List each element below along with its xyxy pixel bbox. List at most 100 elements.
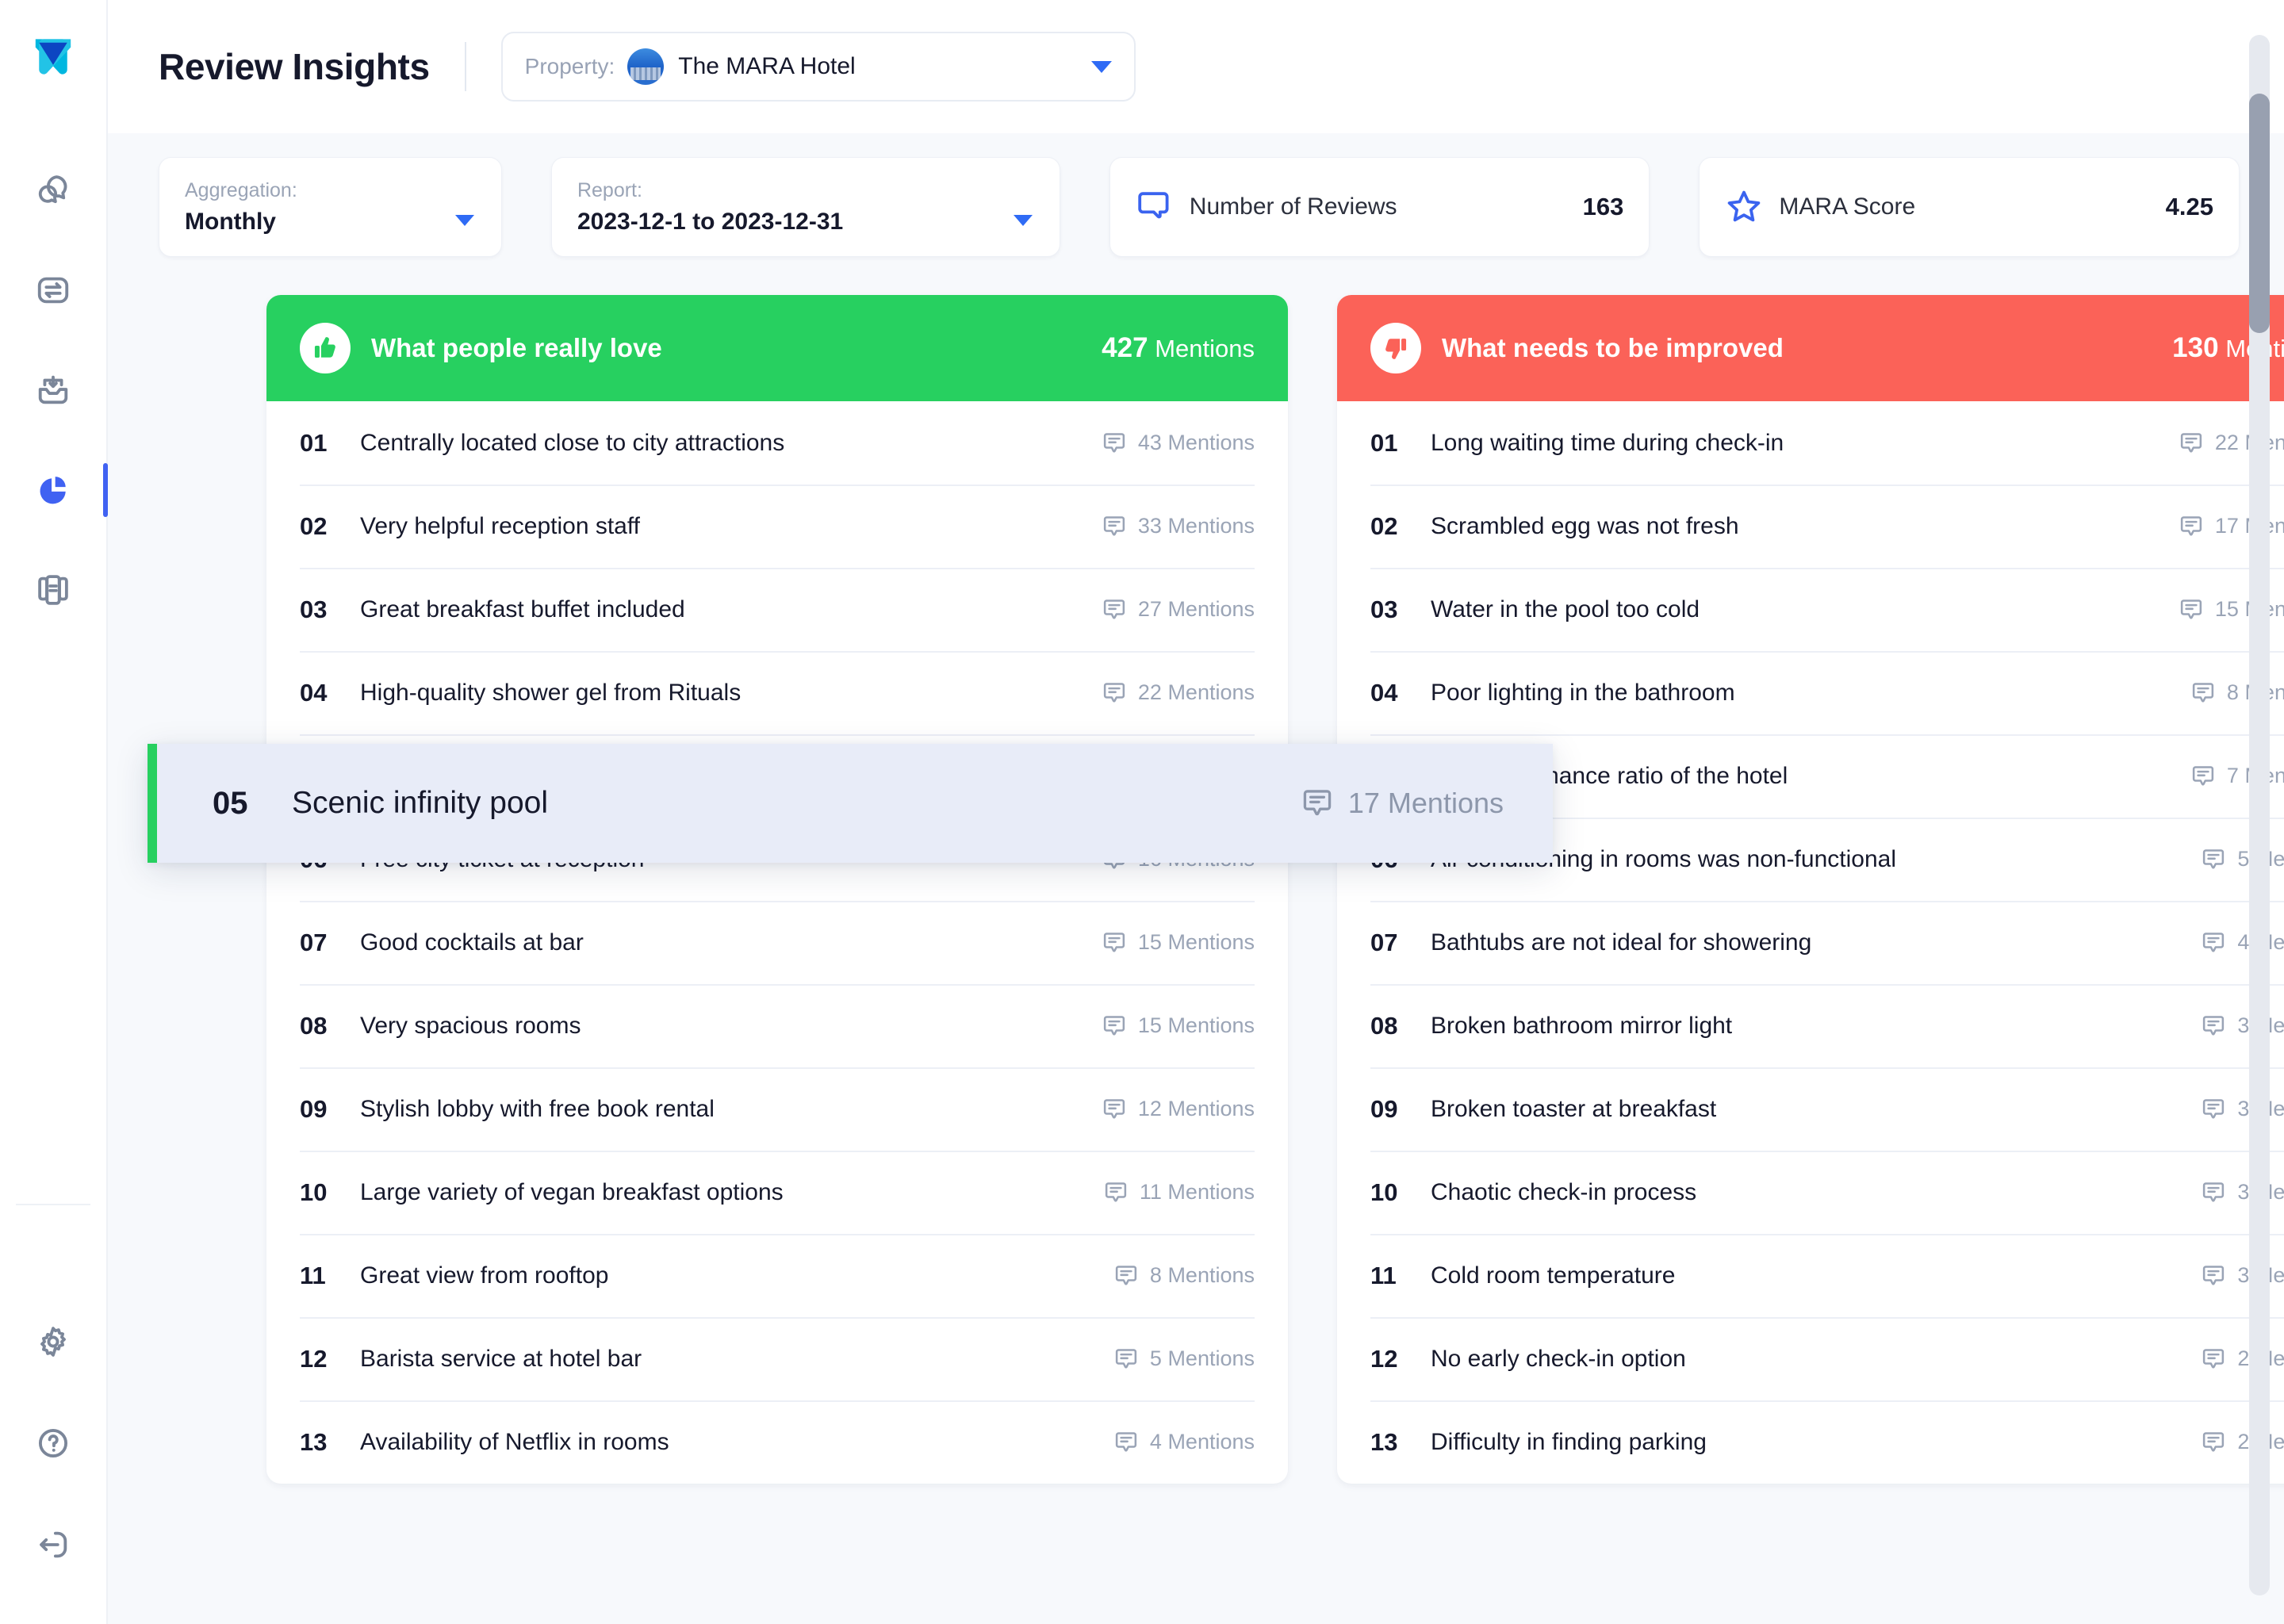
thumbs-down-icon bbox=[1370, 323, 1421, 373]
row-label: Availability of Netflix in rooms bbox=[360, 1428, 669, 1455]
table-row[interactable]: 10 Chaotic check-in process 3 Mention bbox=[1337, 1151, 2284, 1234]
row-rank: 13 bbox=[1370, 1427, 1398, 1456]
row-mentions: 8 Mentions bbox=[1113, 1263, 1255, 1289]
sidebar-item-exchange[interactable] bbox=[0, 266, 106, 314]
row-rank: 08 bbox=[1370, 1011, 1398, 1040]
mara-logo[interactable] bbox=[24, 29, 82, 87]
table-row[interactable]: 08 Broken bathroom mirror light 3 Mention bbox=[1337, 984, 2284, 1067]
gear-icon bbox=[35, 1323, 71, 1360]
reviews-count-label: Number of Reviews bbox=[1189, 193, 1397, 220]
row-mentions-text: 15 Mentions bbox=[1137, 1013, 1255, 1037]
table-row[interactable]: 13 Availability of Netflix in rooms 4 Ment… bbox=[266, 1400, 1288, 1484]
comment-icon bbox=[1301, 787, 1334, 820]
sidebar-item-inbox[interactable] bbox=[0, 366, 106, 414]
row-rank: 07 bbox=[300, 928, 328, 956]
row-label: Great breakfast buffet included bbox=[360, 596, 685, 622]
row-rank: 01 bbox=[300, 428, 328, 457]
table-row[interactable]: 01 Centrally located close to city attrac… bbox=[266, 401, 1288, 485]
row-mentions: 43 Mentions bbox=[1102, 431, 1255, 456]
row-mentions-text: 11 Mentions bbox=[1139, 1180, 1255, 1204]
table-row[interactable]: 12 No early check-in option 2 Mention bbox=[1337, 1317, 2284, 1400]
table-row[interactable]: 13 Difficulty in finding parking 2 Mention bbox=[1337, 1400, 2284, 1484]
row-label: Large variety of vegan breakfast options bbox=[360, 1178, 784, 1205]
overlay-mentions-text: 17 Mentions bbox=[1347, 787, 1504, 819]
report-range-select[interactable]: Report: 2023-12-1 to 2023-12-31 bbox=[550, 157, 1060, 257]
sidebar-item-settings[interactable] bbox=[0, 1318, 106, 1365]
highlighted-insight-overlay[interactable]: 05 Scenic infinity pool 17 Mentions bbox=[148, 744, 1553, 863]
comment-icon bbox=[1113, 1263, 1139, 1289]
table-row[interactable]: 09 Broken toaster at breakfast 3 Mention bbox=[1337, 1067, 2284, 1151]
table-row[interactable]: 12 Barista service at hotel bar 5 Mentions bbox=[266, 1317, 1288, 1400]
sidebar-item-insights[interactable] bbox=[0, 463, 108, 517]
comment-icon bbox=[2201, 1263, 2226, 1289]
table-row[interactable]: 07 Good cocktails at bar 15 Mentions bbox=[266, 901, 1288, 984]
comment-icon bbox=[1102, 1013, 1127, 1039]
row-rank: 10 bbox=[1370, 1178, 1398, 1206]
sidebar-divider bbox=[16, 1204, 90, 1205]
row-mentions-text: 33 Mentions bbox=[1137, 514, 1255, 538]
aggregation-select[interactable]: Aggregation: Monthly bbox=[159, 157, 502, 257]
row-mentions: 3 Mention bbox=[2201, 1097, 2284, 1122]
row-mentions: 4 Mentions bbox=[1113, 1430, 1255, 1455]
row-mentions-text: 22 Mentions bbox=[1137, 680, 1255, 704]
property-selector[interactable]: Property: The MARA Hotel bbox=[500, 32, 1136, 102]
positive-card-count-suffix: Mentions bbox=[1155, 335, 1255, 362]
row-label: Cold room temperature bbox=[1431, 1262, 1676, 1289]
row-label: Scrambled egg was not fresh bbox=[1431, 512, 1739, 539]
positive-card-title: What people really love bbox=[371, 333, 662, 362]
table-row[interactable]: 10 Large variety of vegan breakfast optio… bbox=[266, 1151, 1288, 1234]
topbar: Review Insights Property: The MARA Hotel bbox=[108, 0, 2284, 133]
row-mentions: 8 Mentions bbox=[2190, 680, 2284, 706]
table-row[interactable]: 02Scrambled egg was not fresh17 Mentions bbox=[1337, 485, 2284, 568]
row-rank: 02 bbox=[1370, 511, 1398, 540]
mara-score-value: 4.25 bbox=[2165, 193, 2214, 220]
comment-icon bbox=[2201, 930, 2226, 956]
row-label: Very spacious rooms bbox=[360, 1012, 581, 1039]
inbox-download-icon bbox=[35, 372, 71, 408]
row-rank: 11 bbox=[300, 1261, 326, 1289]
comment-icon bbox=[2201, 1430, 2226, 1455]
mara-score-label: MARA Score bbox=[1779, 193, 1916, 220]
sidebar-item-documents[interactable] bbox=[0, 566, 106, 614]
page-scrollbar-thumb[interactable] bbox=[2249, 94, 2270, 333]
negative-card-header: What needs to be improved 130 Mentions bbox=[1337, 295, 2284, 401]
table-row[interactable]: 09 Stylish lobby with free book rental 12 … bbox=[266, 1067, 1288, 1151]
sidebar-item-reviews[interactable] bbox=[0, 167, 106, 214]
table-row[interactable]: 02 Very helpful reception staff 33 Mention… bbox=[266, 485, 1288, 568]
row-label: Great view from rooftop bbox=[360, 1262, 609, 1289]
report-label: Report: bbox=[577, 178, 642, 201]
table-row[interactable]: 04 Poor lighting in the bathroom 8 Mention… bbox=[1337, 651, 2284, 734]
page-title: Review Insights bbox=[159, 46, 430, 87]
row-rank: 12 bbox=[1370, 1344, 1398, 1373]
row-label: Broken bathroom mirror light bbox=[1431, 1012, 1733, 1039]
comment-icon bbox=[2201, 1013, 2226, 1039]
table-row[interactable]: 04 High-quality shower gel from Rituals 22… bbox=[266, 651, 1288, 734]
row-mentions-text: 15 Mentions bbox=[1137, 930, 1255, 954]
reviews-count-value: 163 bbox=[1582, 193, 1624, 220]
documents-icon bbox=[35, 572, 71, 608]
comment-icon bbox=[2179, 431, 2204, 456]
table-row[interactable]: 01Long waiting time during check-in22 Me… bbox=[1337, 401, 2284, 485]
row-rank: 10 bbox=[300, 1178, 328, 1206]
row-label: High-quality shower gel from Rituals bbox=[360, 679, 742, 706]
main-content: Review Insights Property: The MARA Hotel… bbox=[108, 0, 2284, 1624]
comment-icon bbox=[1113, 1430, 1139, 1455]
table-row[interactable]: 03 Great breakfast buffet included 27 Ment… bbox=[266, 568, 1288, 651]
table-row[interactable]: 11 Great view from rooftop 8 Mentions bbox=[266, 1234, 1288, 1317]
aggregation-label: Aggregation: bbox=[185, 178, 297, 201]
chat-bubbles-icon bbox=[35, 172, 71, 209]
sidebar-item-help[interactable] bbox=[0, 1419, 106, 1467]
table-row[interactable]: 08 Very spacious rooms 15 Mentions bbox=[266, 984, 1288, 1067]
row-rank: 07 bbox=[1370, 928, 1398, 956]
table-row[interactable]: 03Water in the pool too cold15 Mentions bbox=[1337, 568, 2284, 651]
table-row[interactable]: 07 Bathtubs are not ideal for showering 4 … bbox=[1337, 901, 2284, 984]
property-selector-value: The MARA Hotel bbox=[678, 53, 856, 79]
row-label: Good cocktails at bar bbox=[360, 929, 584, 956]
row-mentions: 12 Mentions bbox=[1102, 1097, 1255, 1122]
row-mentions: 22 Mentions bbox=[1102, 680, 1255, 706]
row-rank: 09 bbox=[1370, 1094, 1398, 1123]
sidebar-item-logout[interactable] bbox=[0, 1521, 106, 1568]
exchange-arrows-icon bbox=[35, 272, 71, 308]
overlay-text: Scenic infinity pool bbox=[292, 786, 549, 820]
table-row[interactable]: 11 Cold room temperature 3 Mention bbox=[1337, 1234, 2284, 1317]
